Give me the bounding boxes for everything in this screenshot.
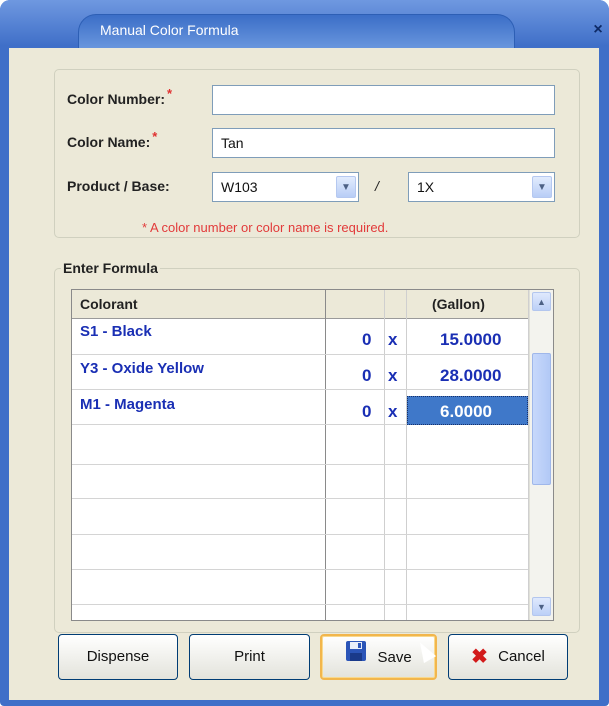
- formula-group-label: Enter Formula: [61, 260, 160, 276]
- dialog-body: Color Number:* Color Name:* Product / Ba…: [9, 48, 599, 700]
- close-icon[interactable]: ×: [590, 22, 606, 38]
- product-base-label: Product / Base:: [67, 178, 170, 194]
- amount-cell[interactable]: 15.0000: [440, 330, 501, 350]
- chevron-down-icon[interactable]: ▼: [532, 176, 552, 198]
- save-label: Save: [377, 649, 412, 667]
- colorant-column-header[interactable]: Colorant: [80, 296, 138, 312]
- red-x-icon: ✖: [471, 646, 488, 669]
- print-label: Print: [234, 648, 265, 666]
- color-number-field[interactable]: [212, 85, 555, 115]
- base-value: 1X: [417, 179, 435, 195]
- colorant-cell: S1 - Black: [80, 323, 152, 340]
- dispense-label: Dispense: [86, 648, 150, 666]
- grid-line: [406, 290, 407, 620]
- unit-column-header[interactable]: (Gallon): [432, 296, 485, 312]
- colorant-cell: Y3 - Oxide Yellow: [80, 360, 204, 377]
- qty-cell[interactable]: 0: [362, 330, 371, 350]
- vertical-scrollbar[interactable]: ▲ ▼: [529, 290, 553, 620]
- colorant-cell: M1 - Magenta: [80, 396, 176, 413]
- required-hint: * A color number or color name is requir…: [142, 220, 389, 235]
- product-value: W103: [221, 179, 258, 195]
- multiply-cell: x: [388, 366, 398, 385]
- grid-line: [72, 464, 528, 465]
- grid-line: [325, 290, 326, 620]
- grid-line: [72, 569, 528, 570]
- window-title: Manual Color Formula: [100, 22, 239, 38]
- multiply-cell: x: [388, 402, 398, 421]
- cancel-label: Cancel: [498, 648, 545, 666]
- grid-line: [72, 389, 528, 390]
- formula-grid[interactable]: Colorant (Gallon) S1 - Black 0 x 15.0000…: [71, 289, 554, 621]
- amount-cell[interactable]: 28.0000: [440, 366, 501, 386]
- separator: /: [375, 178, 379, 194]
- grid-line: [72, 354, 528, 355]
- scroll-up-icon[interactable]: ▲: [532, 292, 551, 311]
- dispense-button[interactable]: Dispense: [58, 634, 178, 680]
- cancel-button[interactable]: ✖ Cancel: [448, 634, 568, 680]
- dialog-window: Manual Color Formula × Color Number: * Co…: [0, 0, 609, 706]
- chevron-down-icon[interactable]: ▼: [336, 176, 356, 198]
- scroll-thumb[interactable]: [532, 353, 551, 485]
- base-select[interactable]: 1X ▼: [408, 172, 555, 202]
- qty-cell[interactable]: 0: [362, 402, 371, 422]
- scroll-down-icon[interactable]: ▼: [532, 597, 551, 616]
- required-marker: *: [167, 86, 173, 101]
- grid-header: Colorant (Gallon): [72, 290, 528, 319]
- multiply-cell: x: [388, 330, 398, 349]
- grid-line: [72, 604, 528, 605]
- amount-cell[interactable]: 6.0000: [440, 402, 492, 422]
- qty-cell[interactable]: 0: [362, 366, 371, 386]
- color-name-field[interactable]: [212, 128, 555, 158]
- grid-line: [72, 534, 528, 535]
- title-bar[interactable]: Manual Color Formula ×: [0, 0, 609, 49]
- color-name-label: Color Name: *: [67, 129, 158, 150]
- required-marker: *: [152, 129, 158, 144]
- product-select[interactable]: W103 ▼: [212, 172, 359, 202]
- floppy-disk-icon: [345, 636, 367, 680]
- grid-line: [72, 498, 528, 499]
- color-number-label: Color Number: *: [67, 86, 173, 107]
- grid-line: [384, 290, 385, 620]
- print-button[interactable]: Print: [189, 634, 310, 680]
